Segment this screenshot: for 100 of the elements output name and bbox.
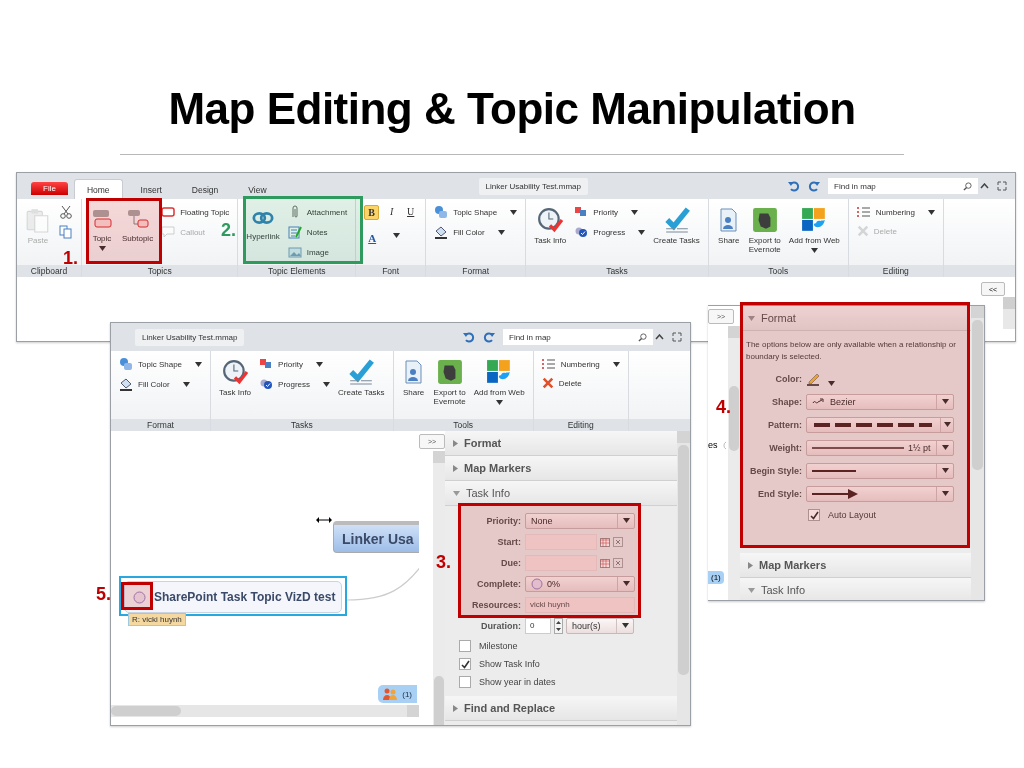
search-field[interactable]: Find in map: [828, 178, 978, 194]
ribbon-button[interactable]: Create Tasks: [653, 203, 700, 261]
ribbon-button[interactable]: Numbering: [856, 205, 935, 219]
checkbox-label: Auto Layout: [828, 510, 877, 520]
cut-off-text: es: [708, 440, 718, 450]
section-header[interactable]: Map Markers: [445, 456, 677, 481]
select-field[interactable]: [806, 462, 954, 479]
caret-icon: [621, 623, 629, 628]
pen-icon: [806, 371, 822, 386]
vertical-scrollbar[interactable]: [728, 326, 740, 600]
ribbon-button[interactable]: Notes: [287, 225, 328, 239]
ribbon-button[interactable]: Export to Evernote: [748, 203, 781, 261]
ribbon-button[interactable]: Add from Web: [788, 203, 840, 261]
collaborator-badge[interactable]: (1): [378, 685, 417, 703]
collaborator-badge[interactable]: (1): [708, 571, 724, 584]
select-field[interactable]: [806, 485, 954, 502]
clipboard-icon: [25, 207, 51, 233]
format-toggle[interactable]: U: [404, 205, 418, 218]
ribbon-tab[interactable]: View: [236, 180, 279, 199]
color-picker[interactable]: [806, 371, 835, 386]
select-field[interactable]: Bezier: [806, 393, 954, 410]
section-header[interactable]: Find and Replace: [445, 696, 677, 721]
group-label: Tools: [393, 419, 533, 431]
field-label: Start:: [497, 536, 521, 547]
progress-dropdown[interactable]: 0%: [525, 575, 635, 592]
topic-node[interactable]: SharePoint Task Topic VizD test: [119, 576, 347, 616]
section-header[interactable]: Format: [740, 306, 971, 331]
image-icon: [287, 245, 302, 259]
ribbon-button[interactable]: Export to Evernote: [433, 355, 466, 415]
ribbon-button[interactable]: Add from Web: [473, 355, 525, 415]
ribbon-button[interactable]: Attachment: [287, 205, 348, 219]
ribbon-button[interactable]: Numbering: [541, 357, 620, 371]
ribbon-button[interactable]: Share: [716, 203, 741, 261]
social-tiles-icon: [486, 359, 513, 385]
caret-icon: [453, 464, 458, 472]
field-label: Shape:: [772, 396, 802, 407]
progress-circle-icon: [259, 377, 274, 391]
section-header[interactable]: Map Markers: [740, 553, 971, 578]
ribbon-button[interactable]: Priority: [574, 205, 639, 219]
ribbon-tab[interactable]: Design: [179, 180, 231, 199]
ribbon-button[interactable]: Delete: [541, 377, 582, 389]
ribbon-button[interactable]: Task Info: [219, 355, 252, 415]
vertical-scrollbar[interactable]: [1003, 297, 1015, 329]
number-field[interactable]: 0: [525, 617, 551, 634]
step-number: 4.: [716, 397, 731, 418]
icon-button[interactable]: [59, 225, 73, 239]
select-field[interactable]: [806, 416, 954, 433]
ribbon-button[interactable]: Task Info: [534, 203, 567, 261]
ribbon-button[interactable]: Image: [287, 245, 329, 259]
format-toggle[interactable]: B: [364, 205, 380, 220]
checkbox[interactable]: [459, 658, 471, 670]
clock-check-icon: [537, 207, 564, 233]
central-topic[interactable]: Linker Usa: [333, 521, 419, 553]
ribbon-button[interactable]: Hyperlink: [246, 203, 280, 261]
ribbon-button[interactable]: Subtopic: [122, 203, 154, 261]
priority-tags-icon: [259, 357, 274, 371]
ribbon-button[interactable]: Fill Color: [434, 225, 505, 239]
select-field[interactable]: None: [525, 512, 635, 529]
search-field[interactable]: Find in map: [503, 329, 653, 345]
ribbon-button[interactable]: Create Tasks: [338, 355, 385, 415]
section-header[interactable]: Task Info: [445, 481, 677, 506]
ribbon-button[interactable]: Floating Topic: [161, 205, 230, 219]
document-tab[interactable]: Linker Usability Test.mmap: [135, 328, 245, 346]
icon-button[interactable]: [59, 205, 73, 219]
vertical-scrollbar[interactable]: [971, 306, 984, 600]
text-field[interactable]: vicki huynh: [525, 596, 635, 613]
checkbox[interactable]: [459, 640, 471, 652]
ribbon-button[interactable]: Progress: [574, 225, 646, 239]
ribbon-button[interactable]: Topic Shape: [119, 357, 203, 371]
topic-label: SharePoint Task Topic VizD test: [154, 590, 336, 604]
line-icon: [812, 468, 856, 473]
ribbon-tab[interactable]: Insert: [128, 180, 174, 199]
section-header[interactable]: Format: [445, 431, 677, 456]
clear-icon: [613, 557, 623, 568]
document-tab[interactable]: Linker Usability Test.mmap: [478, 177, 589, 195]
select-field[interactable]: 1½ pt: [806, 439, 954, 456]
topic-box-icon: [161, 205, 176, 219]
checkbox[interactable]: [808, 509, 820, 521]
format-toggle[interactable]: I: [385, 205, 399, 218]
ribbon-button[interactable]: Progress: [259, 377, 331, 391]
ribbon-button[interactable]: Topic Shape: [434, 205, 518, 219]
ribbon-tab[interactable]: Home: [73, 179, 123, 199]
caret-icon: [453, 704, 458, 712]
font-color-button[interactable]: A: [364, 226, 401, 244]
section-header[interactable]: Task Info: [740, 578, 971, 600]
ribbon-button[interactable]: Share: [401, 355, 426, 415]
vertical-scrollbar[interactable]: [677, 431, 690, 725]
expand-icon: [672, 332, 682, 342]
shapes-icon: [119, 357, 133, 371]
group-label: Clipboard: [17, 265, 81, 277]
checkbox[interactable]: [459, 676, 471, 688]
app-tile-icon: [436, 359, 463, 385]
shapes-icon: [434, 205, 449, 219]
ribbon-button[interactable]: Priority: [259, 357, 323, 371]
select-field[interactable]: hour(s): [566, 617, 634, 634]
ribbon-button[interactable]: Fill Color: [119, 377, 190, 391]
file-tab[interactable]: File: [31, 182, 68, 195]
horizontal-scrollbar[interactable]: [111, 705, 419, 717]
cross-icon: [856, 225, 869, 237]
ribbon-button[interactable]: Topic: [90, 203, 114, 261]
